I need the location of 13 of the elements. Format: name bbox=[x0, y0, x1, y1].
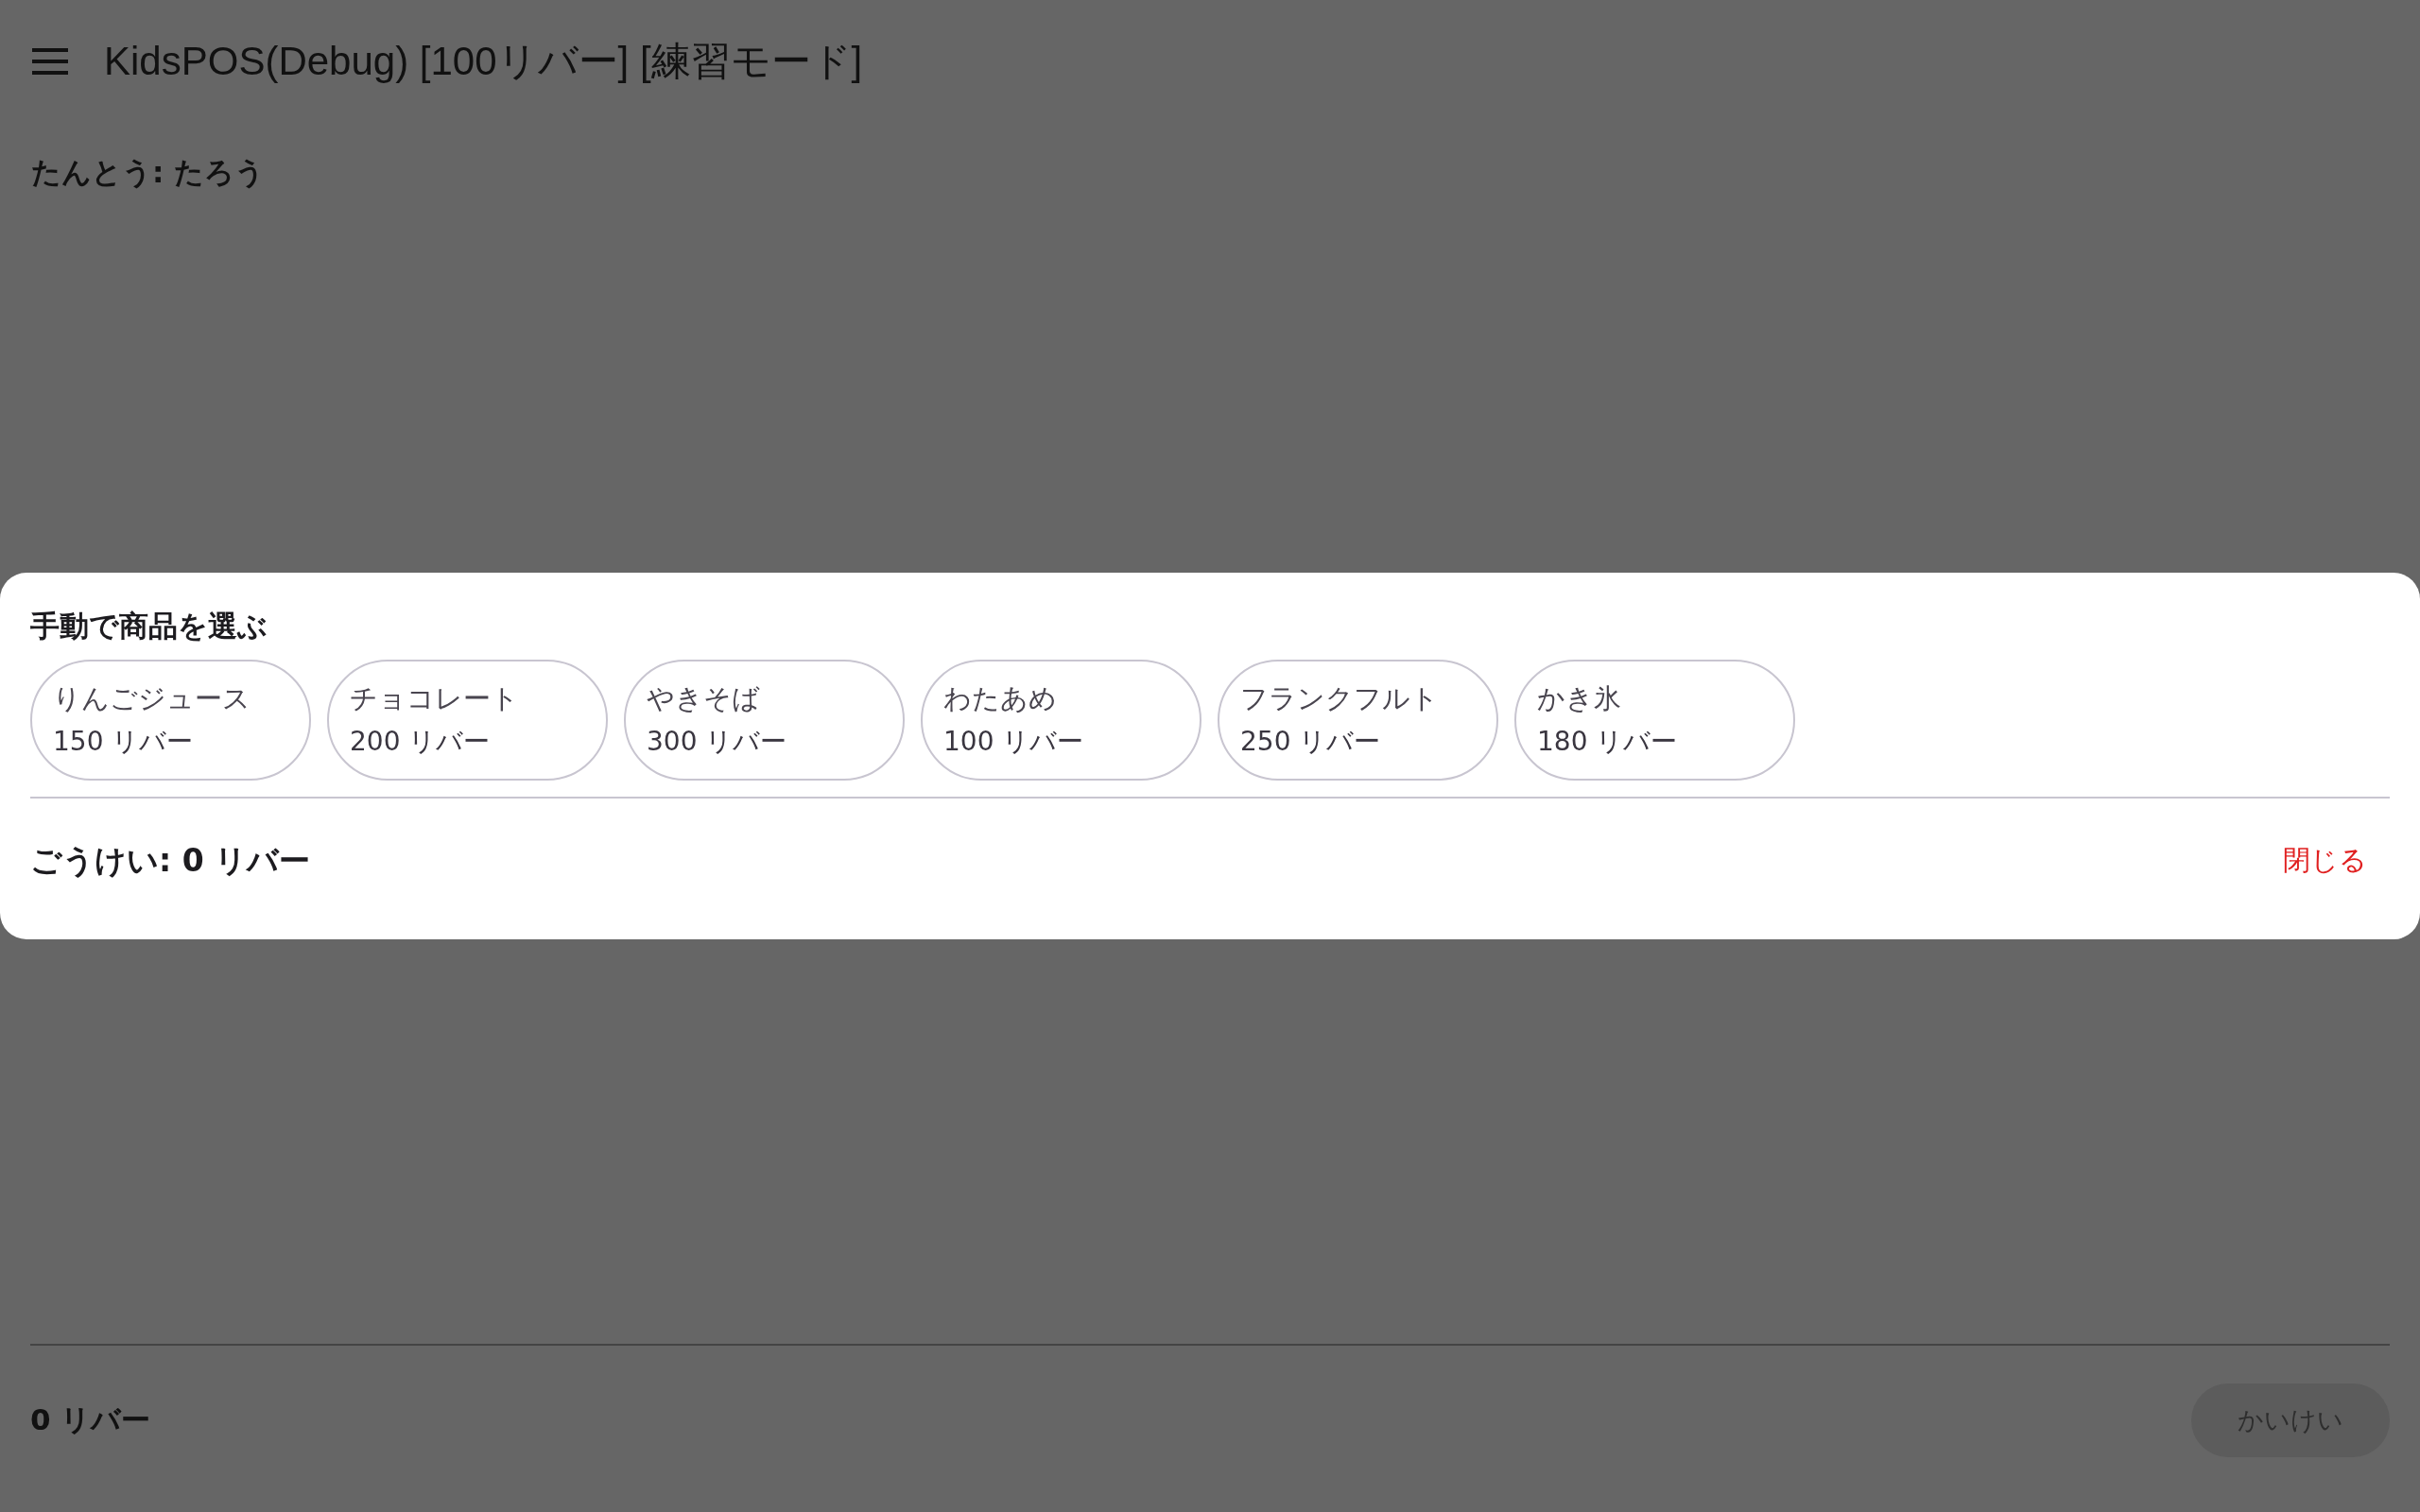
product-chip[interactable]: フランクフルト 250 リバー bbox=[1218, 660, 1498, 781]
app-title: KidsPOS(Debug) [100リバー] [練習モード] bbox=[104, 38, 863, 85]
product-chip[interactable]: わたあめ 100 リバー bbox=[921, 660, 1201, 781]
total-amount: 0 リバー bbox=[30, 1401, 151, 1438]
staff-label: たんとう: たろう bbox=[31, 154, 266, 191]
close-button[interactable]: 閉じる bbox=[2268, 833, 2382, 889]
dialog-title: 手動で商品を選ぶ bbox=[30, 608, 268, 644]
product-chip[interactable]: チョコレート 200 リバー bbox=[327, 660, 608, 781]
dialog-total: ごうけい: 0 リバー bbox=[30, 840, 311, 881]
menu-icon[interactable] bbox=[32, 48, 68, 75]
product-chip[interactable]: りんごジュース 150 リバー bbox=[30, 660, 311, 781]
product-chip[interactable]: かき氷 180 リバー bbox=[1514, 660, 1795, 781]
product-chip[interactable]: やきそば 300 リバー bbox=[624, 660, 905, 781]
